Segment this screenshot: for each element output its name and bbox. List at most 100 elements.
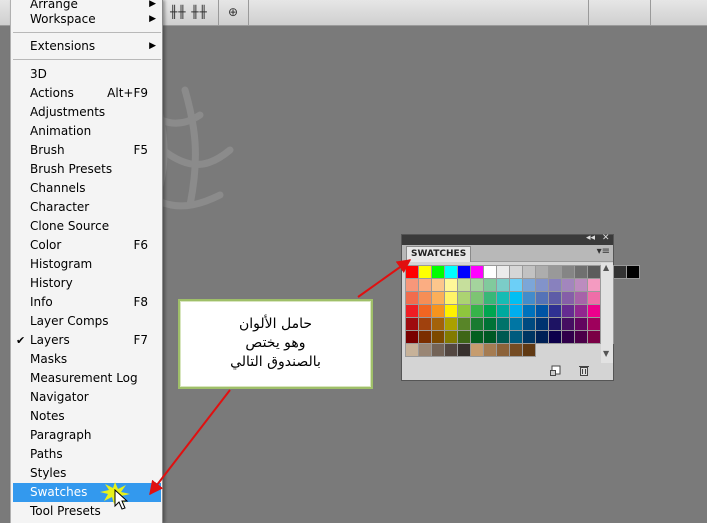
menu-item-animation[interactable]: Animation	[13, 122, 161, 141]
menu-item-3d[interactable]: 3D	[13, 65, 161, 84]
color-swatch[interactable]	[431, 343, 445, 357]
panel-title-bar[interactable]: ◂◂ ✕	[402, 233, 613, 245]
menu-item-history[interactable]: History	[13, 274, 161, 293]
color-swatch[interactable]	[509, 317, 523, 331]
color-swatch[interactable]	[418, 330, 432, 344]
color-swatch[interactable]	[587, 317, 601, 331]
scroll-up-icon[interactable]: ▲	[603, 263, 609, 272]
color-swatch[interactable]	[457, 330, 471, 344]
menu-item-info[interactable]: Info F8	[13, 293, 161, 312]
menu-item-measurement-log[interactable]: Measurement Log	[13, 369, 161, 388]
color-swatch[interactable]	[548, 278, 562, 292]
menu-item-paragraph[interactable]: Paragraph	[13, 426, 161, 445]
color-swatch[interactable]	[444, 343, 458, 357]
new-swatch-icon[interactable]	[550, 364, 562, 376]
color-swatch[interactable]	[444, 304, 458, 318]
color-swatch[interactable]	[470, 343, 484, 357]
color-swatch[interactable]	[470, 278, 484, 292]
menu-item-layer-comps[interactable]: Layer Comps	[13, 312, 161, 331]
menu-item-adjustments[interactable]: Adjustments	[13, 103, 161, 122]
color-swatch[interactable]	[418, 291, 432, 305]
menu-item-histogram[interactable]: Histogram	[13, 255, 161, 274]
color-swatch[interactable]	[561, 317, 575, 331]
color-swatch[interactable]	[457, 265, 471, 279]
menu-item-paths[interactable]: Paths	[13, 445, 161, 464]
color-swatch[interactable]	[522, 304, 536, 318]
color-swatch[interactable]	[535, 291, 549, 305]
color-swatch[interactable]	[444, 317, 458, 331]
color-swatch[interactable]	[483, 317, 497, 331]
color-swatch[interactable]	[483, 265, 497, 279]
color-swatch[interactable]	[587, 291, 601, 305]
color-swatch[interactable]	[405, 304, 419, 318]
swatches-scrollbar[interactable]: ▲ ▼	[601, 263, 613, 363]
color-swatch[interactable]	[522, 291, 536, 305]
collapse-icon[interactable]: ◂◂	[586, 233, 595, 243]
color-swatch[interactable]	[535, 304, 549, 318]
color-swatch[interactable]	[418, 317, 432, 331]
color-swatch[interactable]	[548, 304, 562, 318]
color-swatch[interactable]	[444, 291, 458, 305]
color-swatch[interactable]	[574, 317, 588, 331]
color-swatch[interactable]	[405, 278, 419, 292]
color-swatch[interactable]	[522, 330, 536, 344]
menu-item-layers[interactable]: ✔ Layers F7	[13, 331, 161, 350]
color-swatch[interactable]	[509, 278, 523, 292]
color-swatch[interactable]	[496, 304, 510, 318]
color-swatch[interactable]	[470, 265, 484, 279]
color-swatch[interactable]	[522, 317, 536, 331]
color-swatch[interactable]	[522, 343, 536, 357]
close-icon[interactable]: ✕	[602, 233, 610, 243]
color-swatch[interactable]	[483, 304, 497, 318]
color-swatch[interactable]	[509, 343, 523, 357]
menu-item-navigator[interactable]: Navigator	[13, 388, 161, 407]
color-swatch[interactable]	[535, 278, 549, 292]
color-swatch[interactable]	[561, 330, 575, 344]
color-swatch[interactable]	[483, 291, 497, 305]
color-swatch[interactable]	[444, 278, 458, 292]
color-swatch[interactable]	[496, 330, 510, 344]
color-swatch[interactable]	[561, 304, 575, 318]
menu-item-channels[interactable]: Channels	[13, 179, 161, 198]
transform-icon[interactable]: ⊕	[228, 5, 239, 19]
color-swatch[interactable]	[496, 278, 510, 292]
color-swatch[interactable]	[444, 265, 458, 279]
color-swatch[interactable]	[496, 343, 510, 357]
menu-item-character[interactable]: Character	[13, 198, 161, 217]
color-swatch[interactable]	[418, 343, 432, 357]
color-swatch[interactable]	[457, 304, 471, 318]
color-swatch[interactable]	[496, 317, 510, 331]
color-swatch[interactable]	[431, 317, 445, 331]
color-swatch[interactable]	[457, 343, 471, 357]
color-swatch[interactable]	[574, 278, 588, 292]
color-swatch[interactable]	[431, 330, 445, 344]
color-swatch[interactable]	[587, 265, 601, 279]
color-swatch[interactable]	[522, 265, 536, 279]
color-swatch[interactable]	[626, 265, 640, 279]
color-swatch[interactable]	[535, 330, 549, 344]
color-swatch[interactable]	[561, 278, 575, 292]
color-swatch[interactable]	[574, 265, 588, 279]
menu-item-brush-presets[interactable]: Brush Presets	[13, 160, 161, 179]
color-swatch[interactable]	[509, 265, 523, 279]
color-swatch[interactable]	[457, 278, 471, 292]
menu-item-styles[interactable]: Styles	[13, 464, 161, 483]
color-swatch[interactable]	[535, 265, 549, 279]
color-swatch[interactable]	[522, 278, 536, 292]
color-swatch[interactable]	[509, 291, 523, 305]
tab-swatches[interactable]: SWATCHES	[406, 246, 472, 262]
menu-item-extensions[interactable]: Extensions ▶	[13, 37, 161, 56]
panel-menu-icon[interactable]: ▾≡	[597, 246, 610, 257]
color-swatch[interactable]	[405, 330, 419, 344]
color-swatch[interactable]	[431, 304, 445, 318]
menu-item-notes[interactable]: Notes	[13, 407, 161, 426]
color-swatch[interactable]	[574, 291, 588, 305]
menu-item-swatches[interactable]: Swatches	[13, 483, 161, 502]
menu-item-clone-source[interactable]: Clone Source	[13, 217, 161, 236]
menu-item-brush[interactable]: Brush F5	[13, 141, 161, 160]
color-swatch[interactable]	[587, 330, 601, 344]
color-swatch[interactable]	[405, 343, 419, 357]
color-swatch[interactable]	[405, 291, 419, 305]
color-swatch[interactable]	[574, 304, 588, 318]
color-swatch[interactable]	[574, 330, 588, 344]
